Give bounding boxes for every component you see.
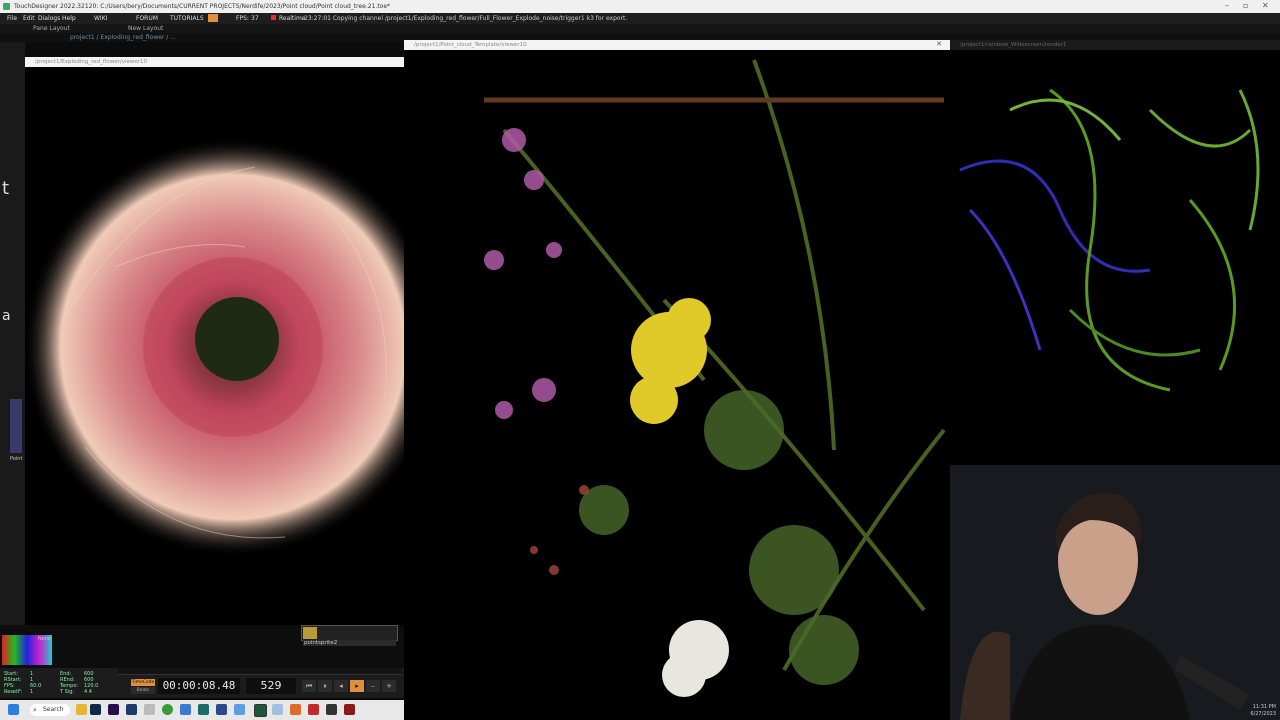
network-path[interactable]: project1 / Exploding_red_flower / ... (70, 34, 176, 41)
node-panel: None pointsprite2 (0, 625, 404, 668)
timecode-display[interactable]: 00:00:08.48 (158, 678, 240, 694)
menu-file[interactable]: File (7, 15, 17, 22)
node-mode: None (38, 636, 52, 642)
app-icon-teal[interactable] (198, 704, 209, 715)
search-label: Search (43, 706, 64, 713)
menu-tutorials[interactable]: TUTORIALS (170, 15, 204, 22)
fps-label: FPS: (236, 15, 249, 22)
step-forward-icon[interactable]: – (366, 680, 380, 692)
folder-icon[interactable] (76, 704, 87, 715)
resetf-label: ResetF: (4, 689, 23, 695)
pane-layout-button[interactable]: Pane Layout (33, 25, 70, 32)
viewer-right[interactable]: /project1/rainbow_Widescreen/render1 (950, 40, 1280, 465)
menu-edit[interactable]: Edit (23, 15, 35, 22)
tsig-label: T Sig: (60, 689, 75, 695)
pause-icon[interactable]: ⏸ (318, 680, 332, 692)
menu-forum[interactable]: FORUM (136, 15, 158, 22)
menu-wiki[interactable]: WIKI (94, 15, 107, 22)
viewer-center[interactable]: /project1/Point_cloud_Template/viewer10 … (404, 40, 950, 720)
app-icon-maroon[interactable] (344, 704, 355, 715)
search-input[interactable]: ⌕ Search (30, 704, 70, 716)
step-back-icon[interactable]: ◂ (334, 680, 348, 692)
realtime-label: Realtime (279, 15, 306, 22)
node-letter-a: a (2, 308, 11, 324)
menu-dialogs[interactable]: Dialogs (38, 15, 60, 22)
premiere-icon[interactable] (108, 704, 119, 715)
viewer-center-header: /project1/Point_cloud_Template/viewer10 … (404, 40, 950, 50)
clock-date: 6/27/2023 (1250, 711, 1276, 717)
node-letter-t: t (2, 178, 10, 199)
touchdesigner-icon[interactable] (254, 704, 267, 717)
red-flower-render (25, 137, 404, 557)
beats-toggle[interactable]: Beats (131, 687, 155, 694)
bouquet-render (484, 59, 946, 697)
media-icon[interactable] (126, 704, 137, 715)
new-layout-button[interactable]: New Layout (128, 25, 163, 32)
timeline-bar: Start: 1 End: 600 RStart: 1 REnd: 600 FP… (0, 668, 404, 698)
viewer-left[interactable]: /project1/Exploding_red_flower/viewer10 (25, 57, 404, 625)
viewer-left-header: /project1/Exploding_red_flower/viewer10 (25, 57, 404, 67)
presenter-video (950, 465, 1280, 720)
play-icon[interactable]: ▸ (350, 680, 364, 692)
viewer-left-path: /project1/Exploding_red_flower/viewer10 (35, 59, 148, 65)
menu-bar: File Edit Dialogs Help WIKI FORUM TUTORI… (0, 13, 1280, 24)
record-indicator (208, 14, 218, 22)
app-icon-light[interactable] (272, 704, 283, 715)
app-icon-blue[interactable] (180, 704, 191, 715)
minimize-icon[interactable]: – (1225, 1, 1229, 10)
windows-icon[interactable] (8, 704, 19, 715)
app-icon-sky[interactable] (234, 704, 245, 715)
realtime-checkbox[interactable] (271, 15, 276, 20)
clock-time: 11:31 PM (1252, 704, 1276, 710)
forward-icon[interactable]: + (382, 680, 396, 692)
node-thumbnail[interactable] (301, 625, 398, 641)
viewer-right-header: /project1/rainbow_Widescreen/render1 (950, 40, 1280, 50)
rewind-icon[interactable]: ⏮ (302, 680, 316, 692)
app-icon-orange[interactable] (290, 704, 301, 715)
close-icon[interactable]: ✕ (1262, 1, 1269, 10)
window-title: TouchDesigner 2022.32120: C:/Users/bery/… (14, 3, 391, 10)
viewer-right-path: /project1/rainbow_Widescreen/render1 (960, 42, 1067, 48)
viewer-center-close-icon[interactable]: ✕ (936, 40, 942, 48)
windows-taskbar: ⌕ Search (0, 700, 404, 720)
menu-help[interactable]: Help (62, 15, 76, 22)
frame-display[interactable]: 529 (246, 678, 296, 694)
status-message: 23:27:01 Copying channel /project1/Explo… (304, 15, 628, 22)
window-titlebar: TouchDesigner 2022.32120: C:/Users/bery/… (0, 0, 1280, 13)
app-icon-gray[interactable] (144, 704, 155, 715)
node-sidebar-label: Point (10, 456, 23, 462)
tsig-value[interactable]: 4 4 (84, 689, 92, 695)
search-icon: ⌕ (33, 706, 37, 714)
app-icon-dark[interactable] (326, 704, 337, 715)
network-editor-strip: t a Point (0, 42, 25, 668)
pane-toolbar: Pane Layout New Layout (0, 24, 1280, 33)
app-icon-navy[interactable] (216, 704, 227, 715)
viewer-center-path: /project1/Point_cloud_Template/viewer10 (414, 42, 527, 48)
node-thumbnail-preview (303, 627, 317, 639)
webcam-feed: 11:31 PM 6/27/2023 (950, 465, 1280, 720)
resetf-value[interactable]: 1 (30, 689, 33, 695)
photoshop-icon[interactable] (90, 704, 101, 715)
node-tile[interactable] (10, 399, 22, 453)
timecode-toggle[interactable]: TimeCode (131, 679, 155, 686)
app-icon (3, 3, 10, 10)
rainbow-render (959, 88, 1260, 392)
timeline-ruler[interactable] (118, 668, 402, 675)
maximize-icon[interactable]: ▫ (1243, 1, 1248, 10)
chrome-icon[interactable] (162, 704, 173, 715)
node-name[interactable]: pointsprite2 (303, 640, 396, 646)
fps-value: 37 (251, 15, 259, 22)
app-icon-red[interactable] (308, 704, 319, 715)
